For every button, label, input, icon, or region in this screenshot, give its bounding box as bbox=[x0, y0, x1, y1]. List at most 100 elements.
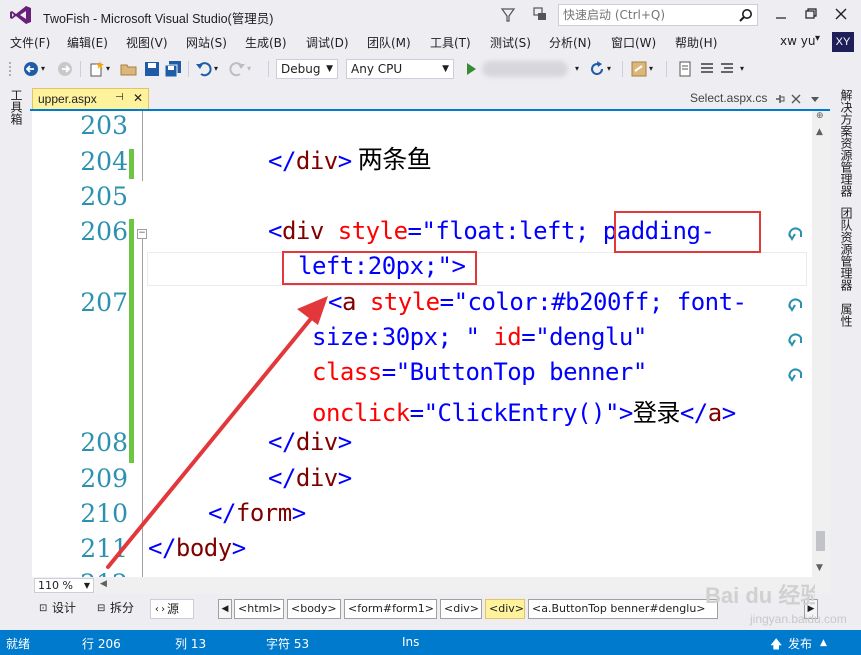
properties-tab[interactable]: 属性 bbox=[838, 303, 855, 327]
solution-platform-select[interactable]: Any CPU ▼ bbox=[346, 59, 454, 79]
menu-file[interactable]: 文件(F) bbox=[10, 34, 50, 51]
tab-well-controls[interactable] bbox=[775, 92, 825, 106]
publish-arrow-icon[interactable]: 🡅 bbox=[770, 635, 782, 655]
breadcrumb-div-active[interactable]: <div> bbox=[485, 599, 525, 619]
status-column: 列 13 bbox=[175, 637, 207, 651]
status-insert-mode: Ins bbox=[402, 635, 420, 649]
document-tab-well: upper.aspx ⊣ ✕ Select.aspx.cs bbox=[30, 88, 830, 110]
browser-link-icon[interactable] bbox=[630, 60, 648, 78]
annotation-box-left-20px bbox=[282, 251, 477, 285]
menu-view[interactable]: 视图(V) bbox=[126, 34, 168, 51]
menu-edit[interactable]: 编辑(E) bbox=[67, 34, 108, 51]
menu-help[interactable]: 帮助(H) bbox=[675, 34, 717, 51]
uncomment-lines-icon[interactable] bbox=[718, 60, 736, 78]
view-tab-split[interactable]: ⊟ 拆分 bbox=[94, 599, 148, 619]
line-number: 203 bbox=[80, 111, 128, 140]
annotation-box-padding bbox=[614, 211, 761, 253]
team-explorer-tab[interactable]: 团队资源管理器 bbox=[838, 207, 855, 291]
word-wrap-glyph-icon bbox=[788, 368, 802, 382]
solution-configuration-value: Debug bbox=[281, 62, 321, 76]
user-name[interactable]: xw yu bbox=[780, 34, 815, 48]
refresh-icon[interactable] bbox=[588, 60, 606, 78]
solution-explorer-tab[interactable]: 解决方案资源管理器 bbox=[838, 89, 855, 197]
line-number-partial: 212 bbox=[80, 569, 128, 577]
save-all-icon[interactable] bbox=[164, 60, 182, 78]
close-icon[interactable]: ✕ bbox=[133, 91, 143, 105]
line-number: 207 bbox=[80, 288, 128, 317]
close-window-button[interactable] bbox=[828, 4, 854, 24]
breadcrumb-div[interactable]: <div> bbox=[440, 599, 482, 619]
scroll-thumb[interactable] bbox=[816, 531, 825, 551]
open-file-icon[interactable] bbox=[120, 60, 138, 78]
menu-build[interactable]: 生成(B) bbox=[245, 34, 287, 51]
breadcrumb-anchor[interactable]: <a.ButtonTop benner#denglu> bbox=[528, 599, 718, 619]
quick-launch-input[interactable] bbox=[559, 5, 729, 25]
split-view-icon: ⊟ bbox=[97, 603, 106, 614]
collapse-toggle[interactable]: − bbox=[137, 229, 147, 239]
code-line-211: </body> bbox=[148, 534, 246, 562]
menu-website[interactable]: 网站(S) bbox=[186, 34, 227, 51]
chevron-down-icon[interactable]: ▾ bbox=[649, 64, 667, 82]
breadcrumb-scroll-left[interactable]: ◀ bbox=[218, 599, 232, 619]
search-icon[interactable] bbox=[739, 8, 753, 22]
right-tool-strip: 解决方案资源管理器 团队资源管理器 属性 bbox=[832, 85, 861, 630]
page-icon[interactable] bbox=[676, 60, 694, 78]
comment-lines-icon[interactable] bbox=[698, 60, 716, 78]
chevron-up-icon[interactable]: ▲ bbox=[820, 638, 827, 648]
chevron-down-icon: ▼ bbox=[326, 64, 333, 74]
chevron-down-icon[interactable]: ▾ bbox=[247, 64, 265, 82]
view-tab-design[interactable]: ⊡ 设计 bbox=[36, 599, 90, 619]
solution-configuration-select[interactable]: Debug ▼ bbox=[276, 59, 338, 79]
menu-team[interactable]: 团队(M) bbox=[367, 34, 411, 51]
chevron-down-icon[interactable]: ▾ bbox=[815, 33, 820, 44]
navigate-forward-icon[interactable] bbox=[56, 60, 74, 78]
new-project-icon[interactable] bbox=[88, 60, 106, 78]
navigate-back-icon[interactable] bbox=[22, 60, 40, 78]
toolbar-grip-icon[interactable] bbox=[8, 60, 16, 78]
changed-line-marker bbox=[129, 219, 134, 463]
scroll-left-icon[interactable]: ◀ bbox=[100, 579, 107, 589]
code-line-209: </div> bbox=[268, 464, 352, 492]
chevron-down-icon[interactable]: ▾ bbox=[740, 64, 758, 82]
code-line-208: </div> bbox=[268, 428, 352, 456]
breadcrumb-form[interactable]: <form#form1> bbox=[344, 599, 437, 619]
breadcrumb-body[interactable]: <body> bbox=[287, 599, 341, 619]
scroll-up-icon[interactable]: ▲ bbox=[816, 127, 823, 137]
visual-studio-logo-icon bbox=[10, 6, 31, 24]
toolbox-tab[interactable]: 工具箱 bbox=[8, 89, 25, 125]
zoom-select[interactable]: 110 % ▼ bbox=[34, 578, 94, 593]
menu-debug[interactable]: 调试(D) bbox=[306, 34, 349, 51]
code-line-210: </form> bbox=[208, 499, 306, 527]
line-number: 205 bbox=[80, 182, 128, 211]
menu-test[interactable]: 测试(S) bbox=[490, 34, 531, 51]
vertical-scrollbar[interactable]: ⊕ ▲ ▼ bbox=[812, 111, 830, 577]
restore-button[interactable] bbox=[798, 4, 824, 24]
menu-window[interactable]: 窗口(W) bbox=[611, 34, 656, 51]
status-ready: 就绪 bbox=[6, 637, 31, 651]
menu-tools[interactable]: 工具(T) bbox=[430, 34, 471, 51]
scroll-down-icon[interactable]: ▼ bbox=[816, 563, 823, 573]
start-debugging-icon[interactable] bbox=[462, 60, 480, 78]
tab-upper-aspx[interactable]: upper.aspx ⊣ ✕ bbox=[32, 88, 149, 110]
word-wrap-glyph-icon bbox=[788, 227, 802, 241]
menu-analyze[interactable]: 分析(N) bbox=[549, 34, 591, 51]
outline-guide bbox=[142, 239, 143, 577]
minimize-button[interactable] bbox=[768, 4, 794, 24]
undo-icon[interactable] bbox=[195, 60, 213, 78]
code-editor[interactable]: 203 204 205 206 207 208 209 210 211 212 … bbox=[32, 111, 812, 577]
redo-icon[interactable] bbox=[228, 60, 246, 78]
blurred-browser-target[interactable] bbox=[482, 61, 568, 77]
tab-select-aspx-cs[interactable]: Select.aspx.cs bbox=[690, 91, 767, 105]
design-view-icon: ⊡ bbox=[39, 603, 48, 614]
title-bar: TwoFish - Microsoft Visual Studio(管理员) bbox=[0, 0, 861, 30]
pin-icon[interactable]: ⊣ bbox=[115, 92, 124, 103]
avatar[interactable]: XY bbox=[832, 32, 854, 52]
status-publish[interactable]: 发布 bbox=[788, 635, 812, 652]
breadcrumb-html[interactable]: <html> bbox=[234, 599, 284, 619]
save-icon[interactable] bbox=[143, 60, 161, 78]
code-line-207-wrap-3: onclick="ClickEntry()">登录</a> bbox=[312, 399, 736, 427]
quick-launch-box[interactable] bbox=[558, 4, 758, 26]
split-handle-icon[interactable]: ⊕ bbox=[816, 111, 824, 121]
svg-text:Bai du 经验: Bai du 经验 bbox=[705, 583, 815, 608]
view-tab-source[interactable]: ‹› 源 bbox=[150, 599, 194, 619]
